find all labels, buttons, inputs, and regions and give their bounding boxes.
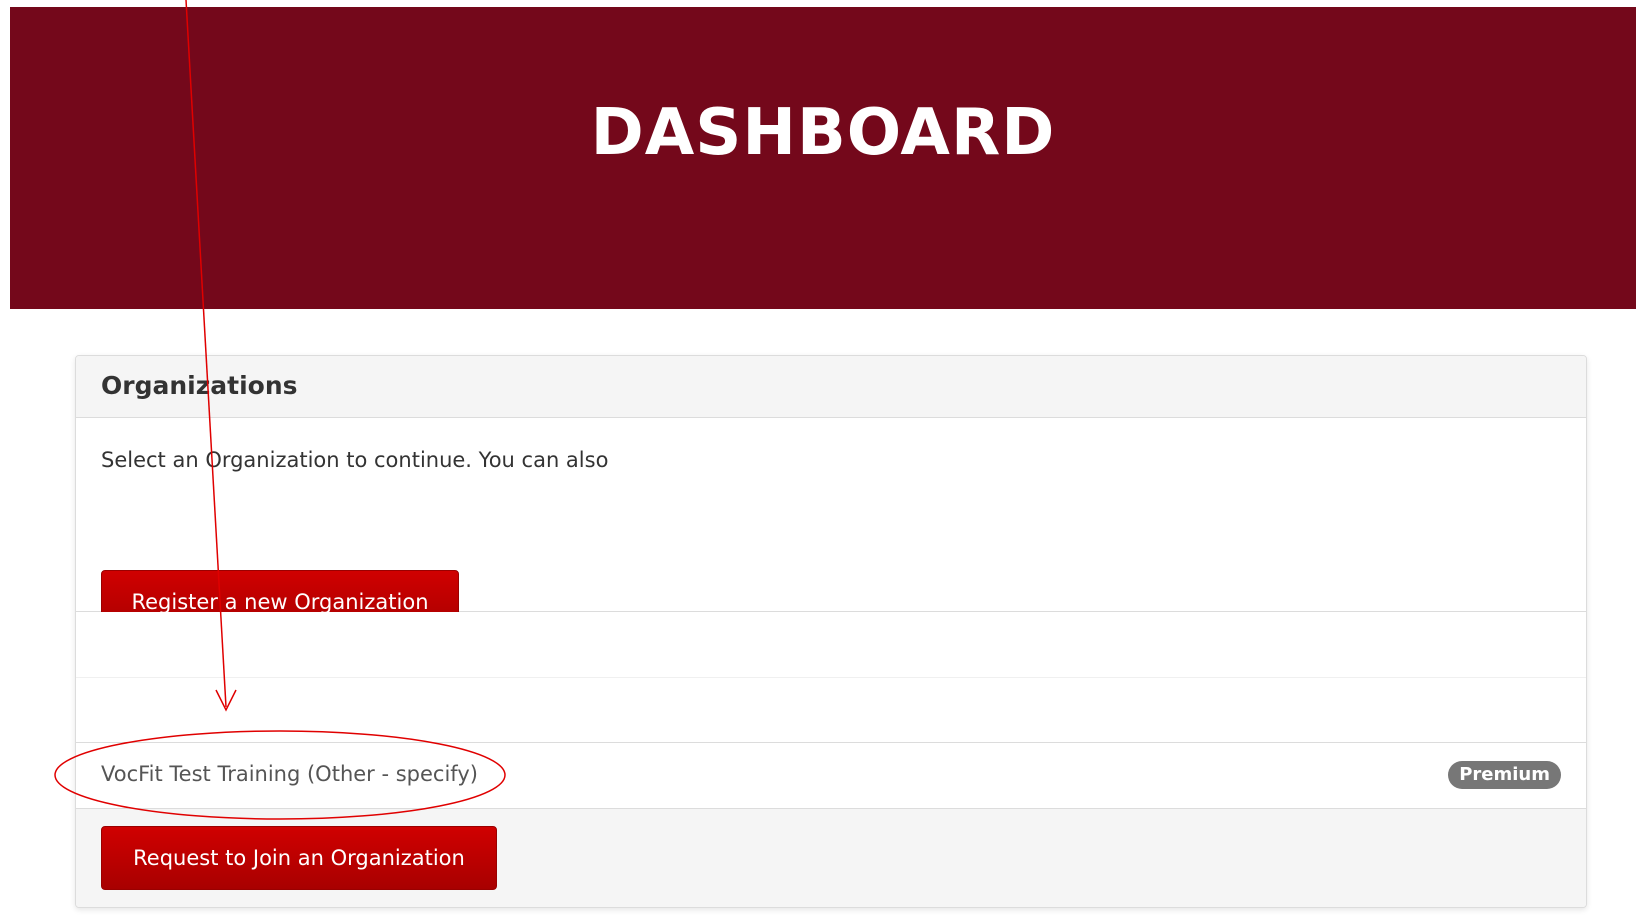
organization-name: VocFit Test Training (Other - specify) (101, 762, 478, 786)
list-item-empty (76, 678, 1586, 743)
request-join-organization-button[interactable]: Request to Join an Organization (101, 826, 497, 890)
premium-badge: Premium (1448, 761, 1561, 789)
dashboard-hero-banner: DASHBOARD (10, 7, 1636, 309)
organizations-panel-footer: Request to Join an Organization (76, 809, 1586, 907)
organization-list-item[interactable]: VocFit Test Training (Other - specify) P… (76, 743, 1586, 809)
organizations-panel-title: Organizations (101, 371, 298, 400)
organizations-panel: Organizations Select an Organization to … (75, 355, 1587, 908)
organizations-intro-section: Select an Organization to continue. You … (76, 418, 1586, 634)
list-item-empty (76, 612, 1586, 678)
dashboard-page: DASHBOARD Organizations Select an Organi… (0, 0, 1636, 922)
page-title: DASHBOARD (590, 96, 1056, 170)
organizations-intro-text: Select an Organization to continue. You … (101, 448, 609, 472)
organizations-panel-header: Organizations (76, 356, 1586, 418)
